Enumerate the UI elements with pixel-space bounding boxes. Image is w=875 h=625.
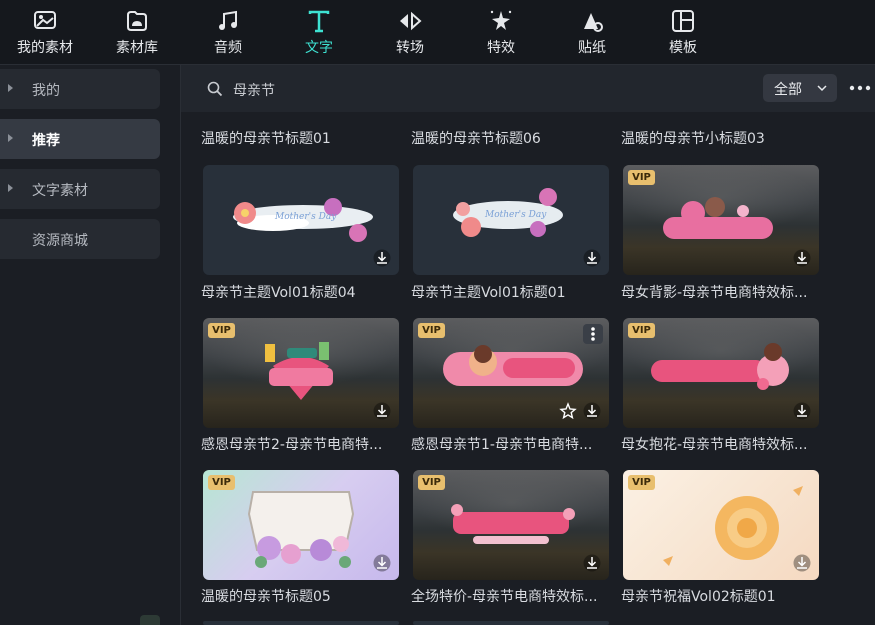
sticker-icon xyxy=(584,13,603,32)
thumbnail-preview: Mother's Day xyxy=(233,198,373,242)
template-card[interactable]: VIP xyxy=(413,318,609,428)
download-icon[interactable] xyxy=(583,554,601,572)
template-card[interactable]: VIP xyxy=(623,318,819,428)
more-options-icon[interactable] xyxy=(849,85,871,91)
tab-my-assets[interactable]: 我的素材 xyxy=(5,6,85,60)
vip-badge: VIP xyxy=(628,323,655,338)
sidebar-item-resource-store[interactable]: 资源商城 xyxy=(0,219,160,259)
collapse-handle[interactable] xyxy=(140,615,160,625)
sidebar-item-mine[interactable]: 我的 xyxy=(0,69,160,109)
sidebar-item-label: 资源商城 xyxy=(32,233,88,249)
template-card[interactable] xyxy=(413,621,609,625)
template-card[interactable]: Mother's Day xyxy=(413,165,609,275)
my-assets-icon xyxy=(34,11,56,29)
tab-stock-library-label: 素材库 xyxy=(116,40,158,56)
card-caption: 感恩母亲节2-母亲节电商特... xyxy=(201,437,383,453)
search-icon xyxy=(207,81,223,97)
thumbnail-preview: Mother's Day xyxy=(453,188,563,237)
card-caption: 母女抱花-母亲节电商特效标... xyxy=(621,437,808,453)
card-caption: 母亲节主题Vol01标题04 xyxy=(201,285,356,301)
filter-dropdown[interactable]: 全部 xyxy=(763,74,837,102)
search-bar: 全部 xyxy=(181,65,875,112)
svg-text:Mother's Day: Mother's Day xyxy=(484,210,547,220)
sidebar-item-label: 文字素材 xyxy=(32,183,88,199)
sidebar: 我的 推荐 文字素材 资源商城 xyxy=(0,65,181,625)
download-icon[interactable] xyxy=(793,402,811,420)
tab-stickers-label: 贴纸 xyxy=(578,40,606,56)
vip-badge: VIP xyxy=(628,170,655,185)
card-more-button[interactable] xyxy=(583,324,603,344)
item-title[interactable]: 温暖的母亲节标题01 xyxy=(201,128,331,148)
card-caption: 母亲节祝福Vol02标题01 xyxy=(621,589,776,605)
card-caption: 母女背影-母亲节电商特效标... xyxy=(621,285,808,301)
expand-arrow-icon xyxy=(8,134,13,142)
download-icon[interactable] xyxy=(373,554,391,572)
template-card[interactable]: VIP xyxy=(203,470,399,580)
expand-arrow-icon xyxy=(8,184,13,192)
download-icon[interactable] xyxy=(373,402,391,420)
tab-audio-label: 音频 xyxy=(214,40,242,56)
template-card[interactable]: VIP xyxy=(203,318,399,428)
search-input[interactable] xyxy=(231,78,635,102)
sidebar-item-label: 推荐 xyxy=(32,133,60,149)
card-caption: 感恩母亲节1-母亲节电商特... xyxy=(411,437,593,453)
transition-icon xyxy=(400,11,422,31)
tab-my-assets-label: 我的素材 xyxy=(17,40,73,56)
tab-stickers[interactable]: 贴纸 xyxy=(552,6,632,60)
tab-templates[interactable]: 模板 xyxy=(643,6,723,60)
vip-badge: VIP xyxy=(628,475,655,490)
tab-templates-label: 模板 xyxy=(669,40,697,56)
svg-text:Mother's Day: Mother's Day xyxy=(274,212,337,222)
sidebar-item-recommended[interactable]: 推荐 xyxy=(0,119,160,159)
vip-badge: VIP xyxy=(418,475,445,490)
filter-dropdown-value: 全部 xyxy=(774,82,802,98)
card-caption: 母亲节主题Vol01标题01 xyxy=(411,285,566,301)
template-card[interactable]: Mother's Day xyxy=(203,165,399,275)
vip-badge: VIP xyxy=(208,323,235,338)
template-card[interactable]: VIP xyxy=(623,165,819,275)
stock-library-icon xyxy=(127,11,147,31)
tab-effects[interactable]: 特效 xyxy=(461,6,541,60)
tab-transition-label: 转场 xyxy=(396,40,424,56)
download-icon[interactable] xyxy=(373,249,391,267)
template-card[interactable]: VIP xyxy=(413,470,609,580)
vip-badge: VIP xyxy=(418,323,445,338)
download-icon[interactable] xyxy=(583,249,601,267)
tab-stock-library[interactable]: 素材库 xyxy=(97,6,177,60)
more-vertical-icon xyxy=(591,327,595,341)
tab-text-label: 文字 xyxy=(305,40,333,56)
item-title[interactable]: 温暖的母亲节标题06 xyxy=(411,128,541,148)
sidebar-item-text-materials[interactable]: 文字素材 xyxy=(0,169,160,209)
sidebar-item-label: 我的 xyxy=(32,83,60,99)
download-icon[interactable] xyxy=(793,554,811,572)
template-card[interactable]: VIP xyxy=(623,470,819,580)
download-icon[interactable] xyxy=(583,402,601,420)
item-title[interactable]: 温暖的母亲节小标题03 xyxy=(621,128,765,148)
template-icon xyxy=(672,10,694,32)
effects-sparkle-icon xyxy=(490,10,512,30)
tab-transition[interactable]: 转场 xyxy=(370,6,450,60)
tab-audio[interactable]: 音频 xyxy=(188,6,268,60)
card-caption: 温暖的母亲节标题05 xyxy=(201,589,331,605)
text-t-icon xyxy=(308,10,330,33)
tab-effects-label: 特效 xyxy=(487,40,515,56)
download-icon[interactable] xyxy=(793,249,811,267)
top-toolbar: 我的素材 素材库 音频 文字 转场 特效 贴纸 模板 xyxy=(0,0,875,65)
card-caption: 全场特价-母亲节电商特效标... xyxy=(411,589,598,605)
vip-badge: VIP xyxy=(208,475,235,490)
tab-text[interactable]: 文字 xyxy=(279,6,359,60)
chevron-down-icon xyxy=(817,85,827,92)
template-card[interactable] xyxy=(203,621,399,625)
expand-arrow-icon xyxy=(8,84,13,92)
favorite-star-icon[interactable] xyxy=(559,402,577,420)
music-note-icon xyxy=(219,10,237,30)
